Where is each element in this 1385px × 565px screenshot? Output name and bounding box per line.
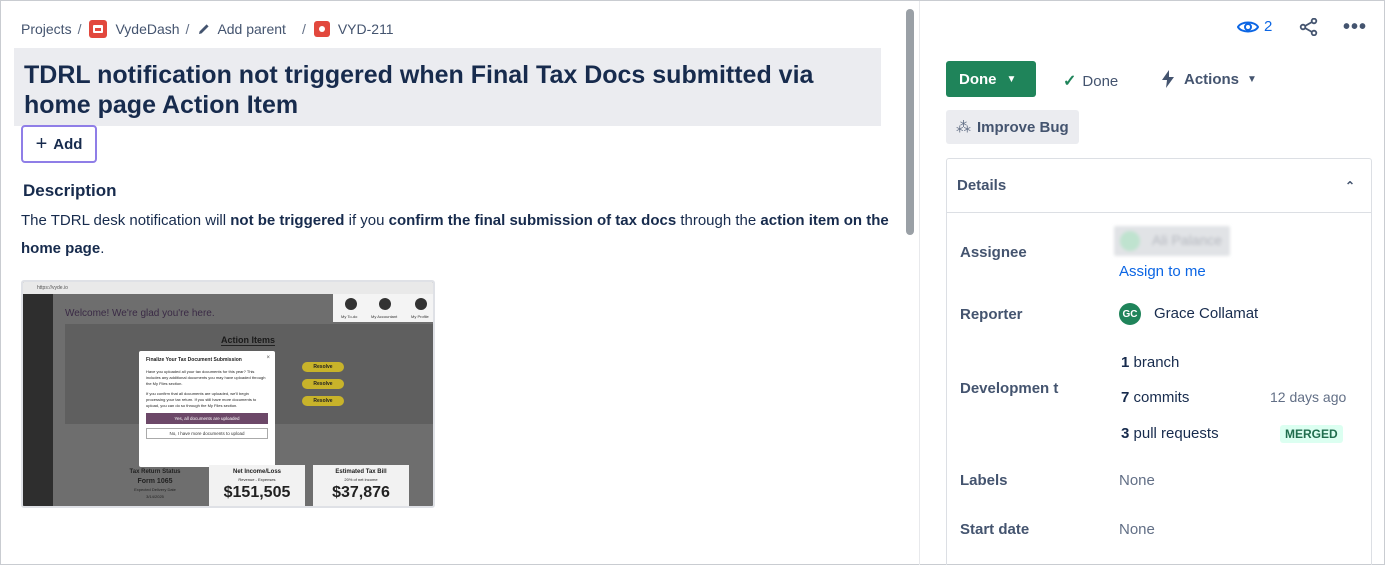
chevron-up-icon: ⌃ (1344, 178, 1355, 193)
modal-primary-button: Yes, all documents are uploaded (146, 413, 268, 424)
add-button-label: Add (53, 135, 83, 153)
details-header[interactable]: Details ⌃ (947, 159, 1371, 213)
add-button[interactable]: + Add (21, 125, 97, 163)
resolve-pill: Resolve (302, 362, 344, 372)
assignee-label: Assignee (960, 244, 1027, 261)
breadcrumb: Projects / VydeDash / Add parent / VYD-2… (21, 20, 394, 38)
modal-text: If you confirm that all documents are up… (146, 391, 257, 408)
top-label: My To-do (341, 314, 358, 319)
add-parent-button[interactable]: Add parent (217, 21, 286, 37)
plus-icon: + (35, 133, 48, 155)
screenshot-welcome: Welcome! We're glad you're here. (65, 308, 215, 319)
assign-to-me-link[interactable]: Assign to me (1119, 263, 1206, 280)
improve-bug-label: Improve Bug (977, 118, 1069, 136)
resolve-pill: Resolve (302, 396, 344, 406)
share-icon[interactable] (1299, 18, 1319, 36)
action-items-title: Action Items (221, 335, 276, 346)
development-label: Developmen t (960, 380, 1059, 397)
breadcrumb-project[interactable]: VydeDash (115, 21, 179, 37)
breadcrumb-projects[interactable]: Projects (21, 21, 72, 37)
start-date-value[interactable]: None (1119, 521, 1155, 538)
close-icon: × (266, 355, 270, 361)
description-heading: Description (23, 181, 117, 200)
assignee-name: Ali Palance (1152, 232, 1223, 248)
avatar (1120, 231, 1140, 251)
branch-link[interactable]: 1 branch (1121, 354, 1179, 371)
breadcrumb-separator: / (185, 21, 190, 37)
details-title: Details (957, 177, 1007, 194)
status-button[interactable]: Done ▼ (946, 61, 1036, 97)
labels-value[interactable]: None (1119, 472, 1155, 489)
pencil-icon (199, 24, 210, 34)
labels-label: Labels (960, 472, 1008, 489)
status-label: Done (959, 70, 997, 88)
panel-divider (919, 1, 920, 565)
issue-title-field[interactable]: TDRL notification not triggered when Fin… (14, 48, 881, 126)
screenshot-top-icons: My To-do My Accountant My Profile (333, 294, 433, 322)
screenshot-sidebar (23, 294, 53, 506)
resolution-status: ✓ Done (1063, 71, 1118, 91)
breadcrumb-separator: / (77, 21, 82, 37)
watchers-count: 2 (1264, 18, 1273, 35)
resolution-label: Done (1082, 72, 1119, 90)
issue-view: Projects / VydeDash / Add parent / VYD-2… (0, 0, 1385, 565)
more-icon[interactable]: ••• (1343, 17, 1367, 37)
breadcrumb-separator: / (301, 21, 306, 37)
start-date-label: Start date (960, 521, 1030, 538)
summary-card: Tax Return Status Form 1065 Expected Del… (129, 469, 181, 499)
modal-secondary-button: No, I have more documents to upload (146, 428, 268, 439)
check-icon: ✓ (1063, 73, 1077, 90)
summary-card: Estimated Tax Bill 20% of net income $37… (313, 465, 409, 506)
eye-icon (1237, 21, 1259, 32)
actions-label: Actions (1184, 70, 1240, 88)
project-icon (89, 20, 108, 38)
top-label: My Profile (411, 314, 429, 319)
status-badge: MERGED (1280, 425, 1343, 443)
improve-bug-button[interactable]: ⁂ Improve Bug (946, 110, 1079, 144)
modal-title: Finalize Your Tax Document Submission (146, 357, 242, 363)
sparkle-icon: ⁂ (956, 119, 971, 136)
reporter-label: Reporter (960, 306, 1023, 323)
reporter-name[interactable]: Grace Collamat (1154, 305, 1258, 322)
description-screenshot[interactable]: https://vyde.io Welcome! We're glad you'… (21, 280, 435, 508)
assignee-field[interactable]: Ali Palance (1114, 226, 1230, 256)
screenshot-modal: × Finalize Your Tax Document Submission … (139, 351, 275, 467)
resolve-pill: Resolve (302, 379, 344, 389)
profile-icon (415, 298, 427, 310)
todo-icon (345, 298, 357, 310)
summary-card: Net Income/Loss Revenue - Expenses $151,… (209, 465, 305, 506)
scrollbar[interactable] (906, 9, 914, 235)
screenshot-url: https://vyde.io (23, 282, 433, 294)
avatar: GC (1119, 303, 1141, 325)
actions-button[interactable]: Actions ▼ (1161, 70, 1257, 88)
bolt-icon (1162, 70, 1174, 88)
bug-icon (313, 21, 330, 37)
chevron-down-icon: ▼ (1247, 73, 1257, 85)
modal-text: Have you uploaded all your tax documents… (146, 369, 266, 386)
top-label: My Accountant (371, 314, 398, 319)
summary-cards: Tax Return Status Form 1065 Expected Del… (107, 465, 433, 506)
commit-time: 12 days ago (1270, 389, 1347, 405)
pull-requests-link[interactable]: 3 pull requests (1121, 425, 1219, 442)
issue-title: TDRL notification not triggered when Fin… (24, 61, 814, 119)
description-text[interactable]: The TDRL desk notification will not be t… (21, 207, 891, 263)
chevron-down-icon: ▼ (1006, 73, 1017, 85)
commits-link[interactable]: 7 commits (1121, 389, 1189, 406)
accountant-icon (379, 298, 391, 310)
breadcrumb-issue-key[interactable]: VYD-211 (338, 21, 394, 37)
watchers-button[interactable]: 2 (1237, 18, 1272, 35)
